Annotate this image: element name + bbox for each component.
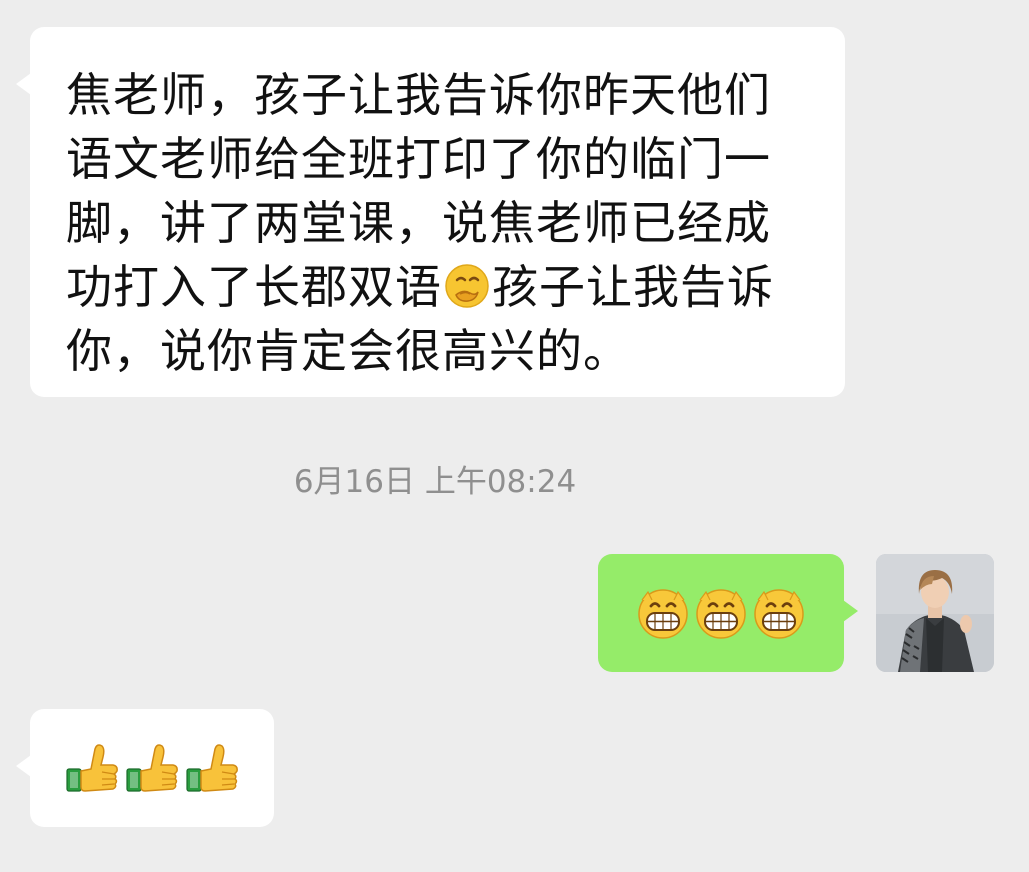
grinning-face-emoji — [754, 589, 804, 639]
thumbs-up-emoji — [66, 744, 118, 792]
thumbs-up-emoji — [186, 744, 238, 792]
message-text: 焦老师，孩子让我告诉你昨天他们语文老师给全班打印了你的临门一脚，讲了两堂课，说焦… — [66, 63, 815, 383]
outgoing-message-bubble[interactable] — [598, 554, 858, 672]
chat-view: 焦老师，孩子让我告诉你昨天他们语文老师给全班打印了你的临门一脚，讲了两堂课，说焦… — [0, 0, 1029, 872]
message-timestamp: 6月16日 上午08:24 — [293, 464, 577, 500]
avatar-portrait-image — [876, 554, 994, 672]
user-avatar[interactable] — [876, 554, 994, 672]
incoming-message-bubble[interactable] — [16, 709, 274, 827]
thinking-face-emoji — [445, 264, 489, 308]
thumbs-up-emoji — [126, 744, 178, 792]
grinning-face-emoji — [696, 589, 746, 639]
grinning-face-emoji — [638, 589, 688, 639]
incoming-message-bubble[interactable]: 焦老师，孩子让我告诉你昨天他们语文老师给全班打印了你的临门一脚，讲了两堂课，说焦… — [16, 27, 845, 397]
